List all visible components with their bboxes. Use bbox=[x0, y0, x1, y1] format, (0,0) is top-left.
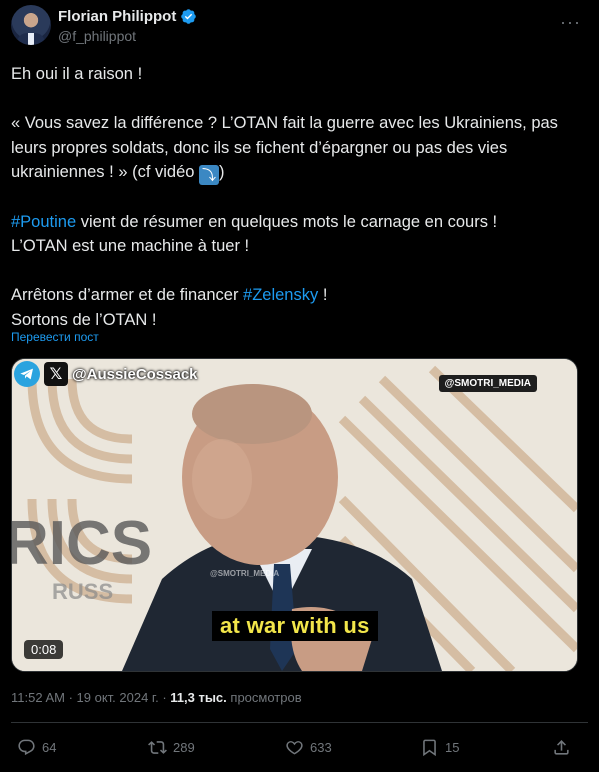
video-overlay-handle: @AussieCossack bbox=[72, 365, 198, 383]
bookmark-count: 15 bbox=[445, 740, 460, 755]
x-logo-icon: 𝕏 bbox=[44, 362, 68, 386]
bookmark-icon bbox=[423, 739, 436, 757]
tweet-line-6: Sortons de l’OTAN ! bbox=[11, 310, 157, 329]
video-duration: 0:08 bbox=[24, 640, 64, 659]
like-button[interactable]: 633 bbox=[285, 738, 332, 757]
divider bbox=[11, 722, 588, 723]
meta-separator: · bbox=[64, 690, 77, 705]
translate-post-link[interactable]: Перевести пост bbox=[11, 330, 99, 344]
heart-icon bbox=[286, 741, 303, 755]
repost-count: 289 bbox=[173, 740, 195, 755]
repost-icon bbox=[148, 741, 167, 754]
like-count: 633 bbox=[310, 740, 332, 755]
tweet-line-5-end: ! bbox=[318, 286, 328, 304]
telegram-icon bbox=[14, 361, 40, 387]
tweet-meta: 11:52 AM · 19 окт. 2024 г. · 11,3 тыс. п… bbox=[11, 690, 302, 705]
tweet-quote-end: ) bbox=[219, 163, 225, 181]
tweet-line-5: Arrêtons d’armer et de financer #Zelensk… bbox=[11, 283, 586, 308]
author-name-row: Florian Philippot bbox=[58, 8, 197, 25]
video-source-overlay: 𝕏 @AussieCossack bbox=[14, 361, 198, 387]
repost-button[interactable]: 289 bbox=[148, 738, 195, 757]
bookmark-button[interactable]: 15 bbox=[420, 738, 459, 757]
share-button[interactable] bbox=[552, 738, 571, 757]
video-subtitle: at war with us bbox=[212, 611, 378, 641]
tweet-line-3-rest: vient de résumer en quelques mots le car… bbox=[76, 212, 498, 231]
tweet-line-5-start: Arrêtons d’armer et de financer bbox=[11, 286, 244, 304]
meta-separator-2: · bbox=[158, 690, 171, 705]
views-label: просмотров bbox=[230, 690, 302, 705]
hashtag-poutine-link[interactable]: #Poutine bbox=[11, 213, 76, 231]
tweet-quote: « Vous savez la différence ? L’OTAN fait… bbox=[11, 111, 586, 185]
video-watermark: @SMOTRI_MEDIA bbox=[210, 569, 280, 578]
tweet-line-3: #Poutine vient de résumer en quelques mo… bbox=[11, 210, 586, 235]
tweet-text: Eh oui il a raison ! « Vous savez la dif… bbox=[11, 62, 586, 332]
share-icon bbox=[554, 740, 569, 755]
video-player[interactable]: RICS RUSS 𝕏 @AussieCossack @SMOTRI_MEDIA… bbox=[11, 358, 578, 672]
reply-icon bbox=[18, 739, 35, 756]
avatar-shirt bbox=[28, 33, 34, 45]
author-handle[interactable]: @f_philippot bbox=[58, 28, 136, 44]
hashtag-zelensky-link[interactable]: #Zelensky bbox=[243, 286, 318, 304]
tweet-date[interactable]: 19 окт. 2024 г. bbox=[77, 690, 159, 705]
more-options-icon[interactable]: ··· bbox=[560, 12, 581, 33]
tweet-line-4: L’OTAN est une machine à tuer ! bbox=[11, 237, 250, 255]
tweet-time[interactable]: 11:52 AM bbox=[11, 690, 65, 705]
channel-badge: @SMOTRI_MEDIA bbox=[438, 375, 537, 392]
arrow-down-right-emoji-icon: ⤵ bbox=[199, 165, 220, 185]
reply-count: 64 bbox=[42, 740, 57, 755]
reply-button[interactable]: 64 bbox=[17, 738, 56, 757]
tweet-actions-bar: 64 289 633 15 bbox=[0, 738, 599, 760]
views-count: 11,3 тыс. bbox=[170, 690, 227, 705]
tweet-line-1: Eh oui il a raison ! bbox=[11, 65, 143, 83]
author-display-name[interactable]: Florian Philippot bbox=[58, 8, 176, 25]
tweet-quote-text: « Vous savez la différence ? L’OTAN fait… bbox=[11, 114, 558, 181]
author-avatar[interactable] bbox=[11, 5, 51, 45]
verified-badge-icon bbox=[181, 9, 197, 24]
